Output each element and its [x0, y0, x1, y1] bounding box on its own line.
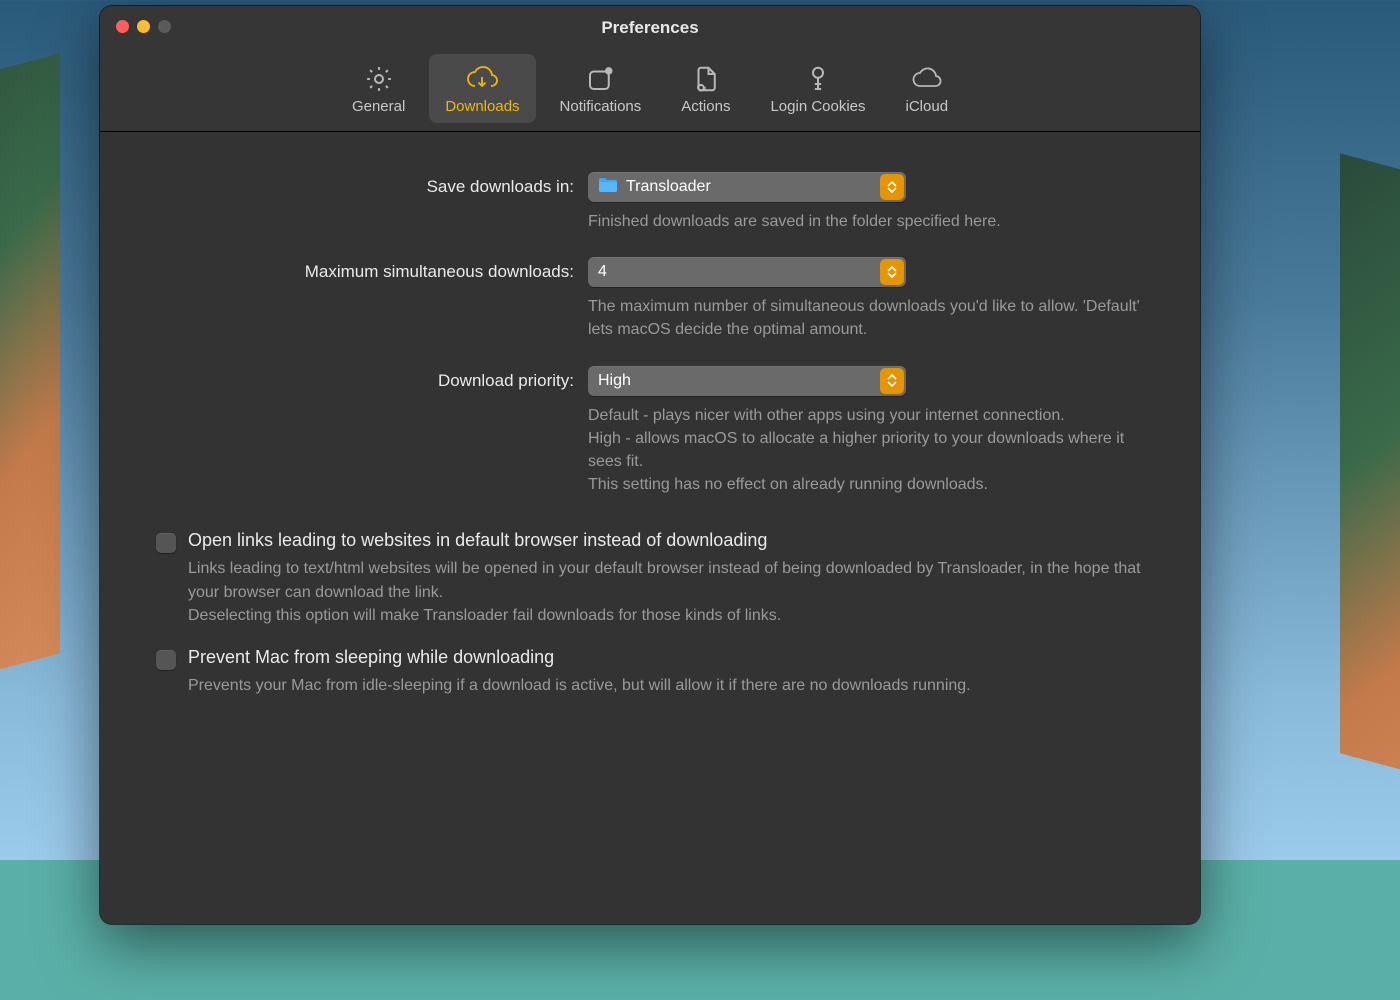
row-save-downloads: Save downloads in: Transloader [128, 172, 1172, 233]
tab-login-cookies[interactable]: Login Cookies [754, 54, 881, 123]
max-downloads-help: The maximum number of simultaneous downl… [588, 295, 1148, 341]
max-downloads-value: 4 [598, 263, 607, 281]
close-window-button[interactable] [116, 20, 129, 33]
actions-icon [691, 62, 721, 96]
tab-label: Downloads [445, 98, 519, 115]
window-title: Preferences [100, 18, 1200, 38]
row-download-priority: Download priority: High Default - plays … [128, 366, 1172, 497]
download-priority-value: High [598, 372, 631, 390]
row-prevent-sleep: Prevent Mac from sleeping while download… [128, 647, 1172, 717]
tab-label: Notifications [560, 98, 642, 115]
preferences-content: Save downloads in: Transloader [100, 132, 1200, 745]
notifications-icon [585, 62, 615, 96]
popup-arrows-icon [880, 368, 904, 394]
row-max-downloads: Maximum simultaneous downloads: 4 The ma… [128, 257, 1172, 341]
max-downloads-label: Maximum simultaneous downloads: [128, 257, 588, 282]
download-priority-label: Download priority: [128, 366, 588, 391]
save-downloads-help: Finished downloads are saved in the fold… [588, 210, 1148, 233]
row-open-links: Open links leading to websites in defaul… [128, 530, 1172, 647]
open-links-checkbox[interactable] [156, 533, 176, 553]
tab-icloud[interactable]: iCloud [890, 54, 965, 123]
preferences-toolbar: General Downloads Notifications [100, 50, 1200, 132]
traffic-lights [116, 20, 171, 33]
popup-arrows-icon [880, 174, 904, 200]
tab-general[interactable]: General [336, 54, 421, 123]
open-links-title: Open links leading to websites in defaul… [188, 530, 1172, 551]
save-downloads-label: Save downloads in: [128, 172, 588, 197]
zoom-window-button[interactable] [158, 20, 171, 33]
prevent-sleep-help: Prevents your Mac from idle-sleeping if … [188, 674, 971, 697]
tab-label: General [352, 98, 405, 115]
prevent-sleep-title: Prevent Mac from sleeping while download… [188, 647, 971, 668]
titlebar: Preferences [100, 6, 1200, 50]
tab-label: Login Cookies [770, 98, 865, 115]
open-links-help: Links leading to text/html websites will… [188, 557, 1172, 627]
tab-actions[interactable]: Actions [665, 54, 746, 123]
gear-icon [364, 62, 394, 96]
cloud-download-icon [464, 62, 500, 96]
tab-label: Actions [681, 98, 730, 115]
save-downloads-popup[interactable]: Transloader [588, 172, 906, 202]
minimize-window-button[interactable] [137, 20, 150, 33]
save-downloads-value: Transloader [626, 178, 711, 196]
key-icon [803, 62, 833, 96]
popup-arrows-icon [880, 259, 904, 285]
prevent-sleep-checkbox[interactable] [156, 650, 176, 670]
preferences-window: Preferences General Downloads [100, 6, 1200, 924]
tab-label: iCloud [906, 98, 949, 115]
download-priority-help: Default - plays nicer with other apps us… [588, 404, 1148, 497]
cloud-icon [910, 62, 944, 96]
tab-notifications[interactable]: Notifications [544, 54, 658, 123]
tab-downloads[interactable]: Downloads [429, 54, 535, 123]
download-priority-popup[interactable]: High [588, 366, 906, 396]
max-downloads-popup[interactable]: 4 [588, 257, 906, 287]
folder-icon [598, 177, 618, 198]
